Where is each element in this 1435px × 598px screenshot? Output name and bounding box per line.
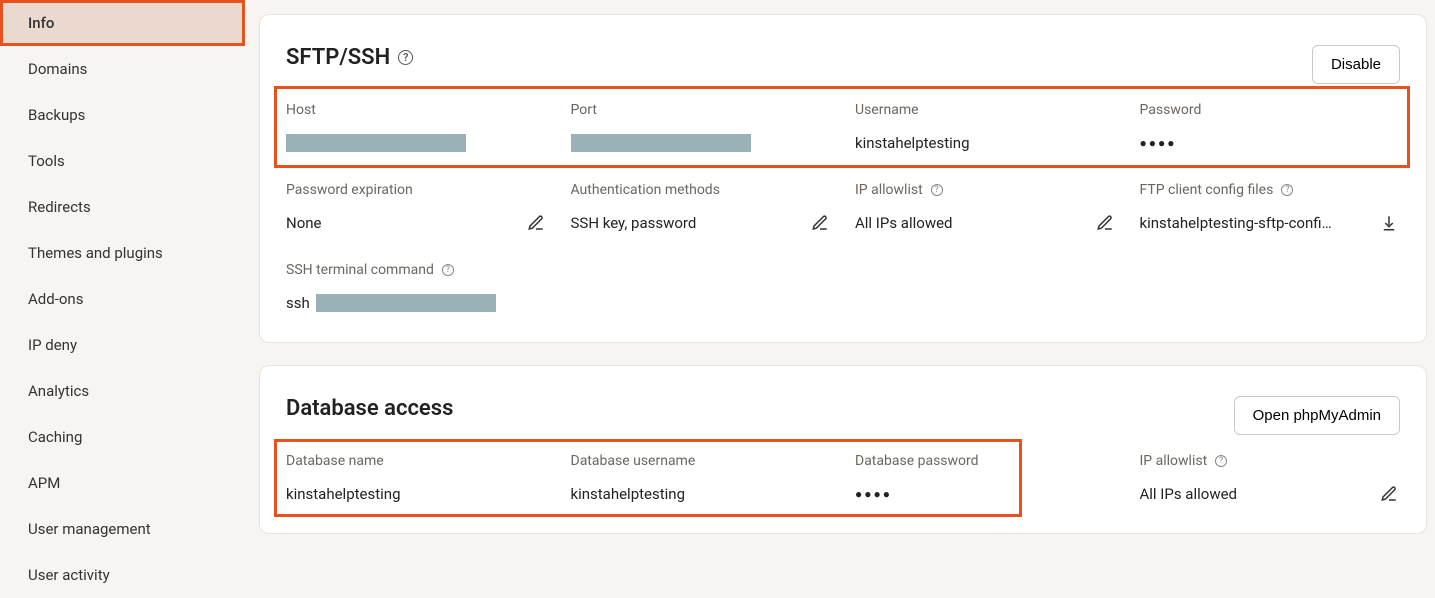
ip-allowlist-label: IP allowlist ? [855,182,1116,198]
sftp-title: SFTP/SSH ? [286,45,413,70]
db-username-value: kinstahelptesting [571,485,686,503]
ftp-config-value: kinstahelptesting-sftp-config.... [1140,214,1340,232]
db-card: Database access Open phpMyAdmin Database… [259,365,1427,534]
sidebar-item-tools[interactable]: Tools [0,138,245,184]
edit-icon[interactable] [525,212,547,234]
db-ip-allowlist-value: All IPs allowed [1140,485,1238,503]
db-username-label: Database username [571,453,832,469]
auth-methods-label: Authentication methods [571,182,832,198]
sidebar-item-redirects[interactable]: Redirects [0,184,245,230]
db-name-label: Database name [286,453,547,469]
field-db-name: Database name kinstahelptesting [286,453,547,505]
help-icon[interactable]: ? [442,264,454,276]
ssh-command-value: ssh [286,294,496,312]
field-port: Port [571,102,832,154]
sftp-card: SFTP/SSH ? Disable Host Port [259,14,1427,343]
ssh-command-label: SSH terminal command ? [286,262,547,278]
field-username: Username kinstahelptesting [855,102,1116,154]
sidebar-item-backups[interactable]: Backups [0,92,245,138]
auth-methods-value: SSH key, password [571,214,697,232]
ftp-config-label: FTP client config files ? [1140,182,1401,198]
main-content: SFTP/SSH ? Disable Host Port [245,0,1435,598]
sidebar-item-user-management[interactable]: User management [0,506,245,552]
db-ip-allowlist-label: IP allowlist ? [1140,453,1401,469]
help-icon[interactable]: ? [1281,184,1293,196]
field-ip-allowlist: IP allowlist ? All IPs allowed [855,182,1116,234]
username-value: kinstahelptesting [855,134,970,152]
db-password-value: ●●●● [855,487,892,501]
port-label: Port [571,102,832,118]
help-icon[interactable]: ? [1215,455,1227,467]
field-auth-methods: Authentication methods SSH key, password [571,182,832,234]
username-label: Username [855,102,1116,118]
download-icon[interactable] [1378,212,1400,234]
field-db-ip-allowlist: IP allowlist ? All IPs allowed [1140,453,1401,505]
sidebar-item-info[interactable]: Info [0,0,245,46]
field-ftp-config: FTP client config files ? kinstahelptest… [1140,182,1401,234]
port-value-redacted [571,134,751,152]
edit-icon[interactable] [1094,212,1116,234]
sidebar: Info Domains Backups Tools Redirects The… [0,0,245,598]
sidebar-item-analytics[interactable]: Analytics [0,368,245,414]
password-label: Password [1140,102,1401,118]
disable-button[interactable]: Disable [1312,45,1400,84]
host-value-redacted [286,134,466,152]
field-password-expiration: Password expiration None [286,182,547,234]
db-title: Database access [286,396,453,421]
edit-icon[interactable] [1378,483,1400,505]
db-name-value: kinstahelptesting [286,485,401,503]
sidebar-item-themes-plugins[interactable]: Themes and plugins [0,230,245,276]
field-db-password: Database password ●●●● [855,453,1116,505]
ssh-command-redacted [316,294,496,312]
field-password: Password ●●●● [1140,102,1401,154]
sftp-title-text: SFTP/SSH [286,45,390,70]
sidebar-item-apm[interactable]: APM [0,460,245,506]
edit-icon[interactable] [809,212,831,234]
sidebar-item-ip-deny[interactable]: IP deny [0,322,245,368]
db-password-label: Database password [855,453,1116,469]
password-expiration-label: Password expiration [286,182,547,198]
sidebar-item-addons[interactable]: Add-ons [0,276,245,322]
open-phpmyadmin-button[interactable]: Open phpMyAdmin [1234,396,1400,435]
field-db-username: Database username kinstahelptesting [571,453,832,505]
sidebar-item-user-activity[interactable]: User activity [0,552,245,598]
field-host: Host [286,102,547,154]
db-title-text: Database access [286,396,453,421]
sidebar-item-caching[interactable]: Caching [0,414,245,460]
password-value: ●●●● [1140,136,1177,150]
password-expiration-value: None [286,214,322,232]
sidebar-item-domains[interactable]: Domains [0,46,245,92]
host-label: Host [286,102,547,118]
ip-allowlist-value: All IPs allowed [855,214,953,232]
field-ssh-command: SSH terminal command ? ssh [286,262,547,314]
help-icon[interactable]: ? [398,50,413,65]
help-icon[interactable]: ? [931,184,943,196]
